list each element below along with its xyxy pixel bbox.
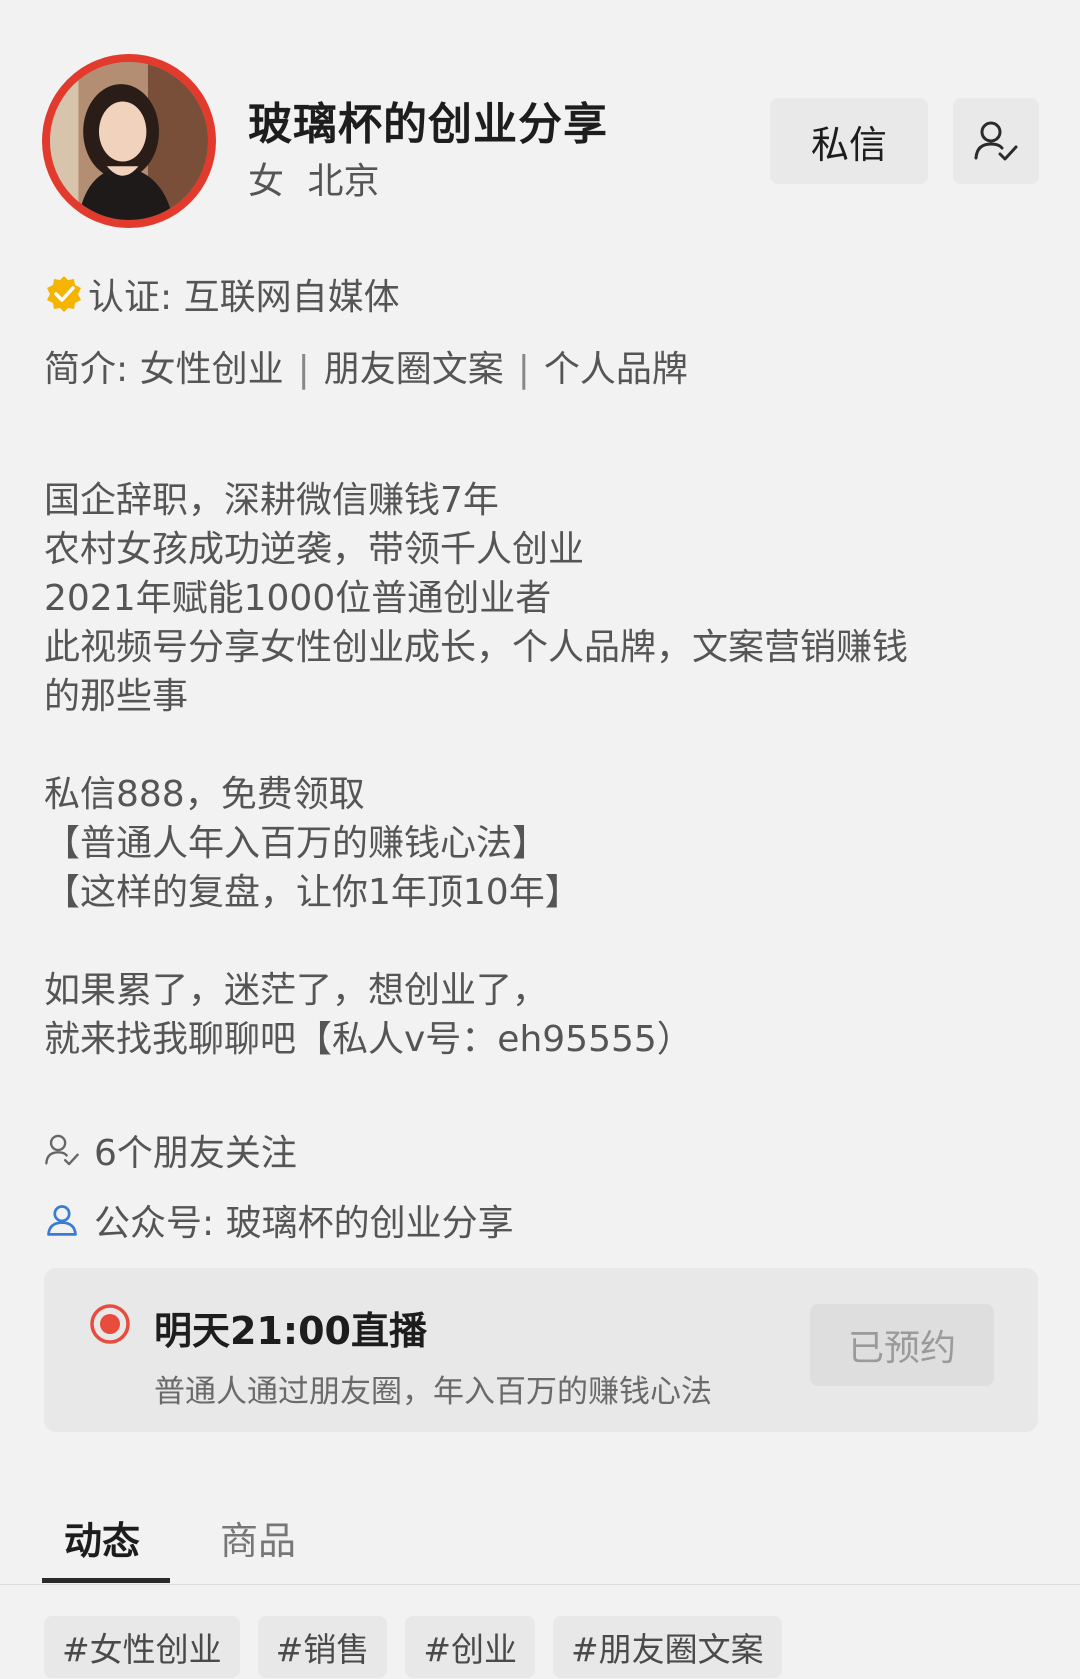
verification: 认证: 互联网自媒体 bbox=[44, 268, 400, 320]
official-account-text: 公众号: 玻璃杯的创业分享 bbox=[94, 1203, 514, 1244]
tag-chip[interactable]: #朋友圈文案 bbox=[552, 1616, 782, 1678]
tab-goods[interactable]: 商品 bbox=[220, 1510, 296, 1565]
reserved-button[interactable]: 已预约 bbox=[810, 1304, 994, 1386]
tab-feed[interactable]: 动态 bbox=[64, 1510, 140, 1565]
profile-page: 玻璃杯的创业分享 女 北京 私信 认证: 互联网自媒体 简介: 女性创业 | 朋友圈… bbox=[0, 0, 1080, 1679]
official-account-link[interactable]: 公众号: 玻璃杯的创业分享 bbox=[44, 1194, 514, 1246]
bio-line: 【普通人年入百万的赚钱心法】 bbox=[44, 823, 549, 864]
tab-bar: 动态 商品 bbox=[0, 1510, 1080, 1586]
verification-text: 认证: 互联网自媒体 bbox=[88, 277, 400, 318]
verified-badge-icon bbox=[47, 276, 81, 312]
live-subtitle: 普通人通过朋友圈，年入百万的赚钱心法 bbox=[154, 1374, 712, 1410]
bio-line: 2021年赋能1000位普通创业者 bbox=[44, 578, 552, 619]
user-check-icon bbox=[45, 1134, 79, 1166]
bio-line: 的那些事 bbox=[44, 676, 189, 717]
live-card[interactable]: 明天21:00直播 普通人通过朋友圈，年入百万的赚钱心法 已预约 bbox=[44, 1268, 1038, 1432]
intro-separator: | bbox=[297, 349, 310, 390]
profile-meta: 女 北京 bbox=[248, 152, 379, 204]
follow-button[interactable] bbox=[953, 98, 1039, 184]
friends-following[interactable]: 6个朋友关注 bbox=[44, 1124, 297, 1176]
profile-city: 北京 bbox=[307, 161, 380, 202]
tab-active-indicator bbox=[42, 1578, 170, 1583]
intro-line: 简介: 女性创业 | 朋友圈文案 | 个人品牌 bbox=[44, 340, 688, 392]
tag-chip[interactable]: #女性创业 bbox=[44, 1616, 240, 1678]
avatar-photo bbox=[50, 62, 208, 220]
bio-line: 私信888，免费领取 bbox=[44, 774, 365, 815]
bio-line: 此视频号分享女性创业成长，个人品牌，文案营销赚钱 bbox=[44, 627, 909, 668]
bio-line: 【这样的复盘，让你1年顶10年】 bbox=[44, 872, 581, 913]
tag-chip[interactable]: #销售 bbox=[257, 1616, 388, 1678]
tag-list: #女性创业 #销售 #创业 #朋友圈文案 bbox=[44, 1616, 782, 1678]
tag-chip[interactable]: #创业 bbox=[405, 1616, 535, 1678]
divider bbox=[0, 1584, 1080, 1585]
avatar[interactable] bbox=[42, 54, 216, 228]
intro-separator: | bbox=[517, 349, 530, 390]
user-check-icon bbox=[974, 121, 1018, 161]
bio-line: 国企辞职，深耕微信赚钱7年 bbox=[44, 480, 499, 521]
bio-gap bbox=[44, 721, 1004, 770]
person-icon bbox=[47, 1205, 77, 1236]
bio-gap bbox=[44, 917, 1004, 966]
bio-line: 如果累了，迷茫了，想创业了， bbox=[44, 970, 549, 1011]
friends-text: 6个朋友关注 bbox=[94, 1133, 297, 1174]
bio-line: 农村女孩成功逆袭，带领千人创业 bbox=[44, 529, 585, 570]
message-button[interactable]: 私信 bbox=[770, 98, 928, 184]
profile-name: 玻璃杯的创业分享 bbox=[248, 99, 608, 150]
live-record-icon bbox=[90, 1304, 130, 1344]
live-title: 明天21:00直播 bbox=[154, 1309, 427, 1353]
intro-prefix: 简介: bbox=[44, 349, 140, 390]
intro-item: 女性创业 bbox=[139, 349, 284, 390]
bio-line: 就来找我聊聊吧【私人v号：eh95555） bbox=[44, 1019, 693, 1060]
bio: 国企辞职，深耕微信赚钱7年 农村女孩成功逆袭，带领千人创业 2021年赋能100… bbox=[44, 476, 1004, 1064]
profile-gender: 女 bbox=[248, 161, 285, 202]
intro-item: 个人品牌 bbox=[543, 349, 688, 390]
intro-item: 朋友圈文案 bbox=[323, 349, 504, 390]
